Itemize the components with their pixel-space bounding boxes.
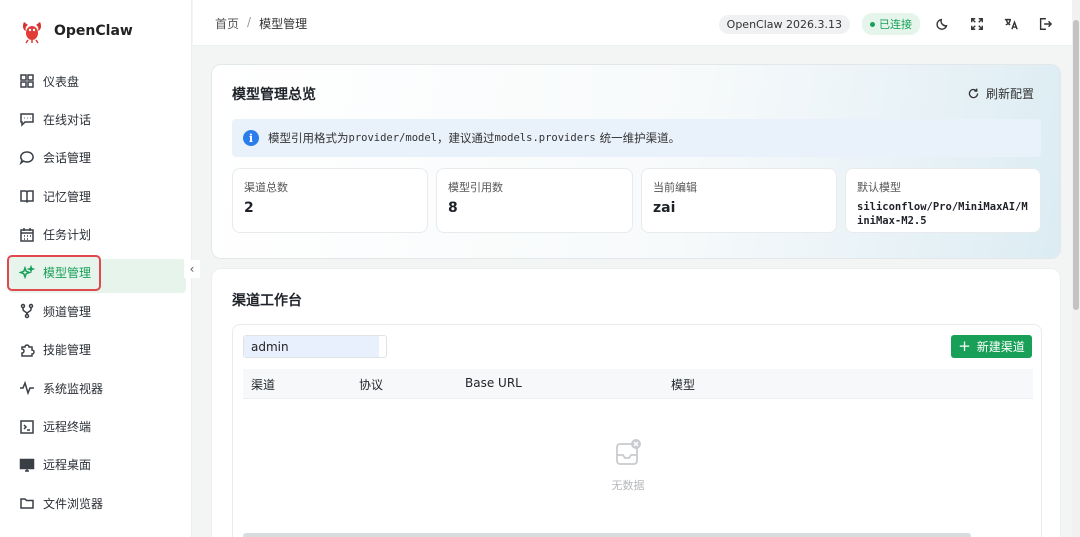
stat-channel-count: 渠道总数 2 xyxy=(232,168,428,233)
terminal-icon xyxy=(19,419,35,435)
book-icon xyxy=(19,188,35,204)
dashboard-icon xyxy=(19,73,35,89)
sidebar-nav: 仪表盘 在线对话 会话管理 记忆管理 任务计划 模型管理 频道管理 技能管理 系… xyxy=(7,64,186,525)
breadcrumb-home[interactable]: 首页 xyxy=(215,15,239,32)
sidebar-item-monitor[interactable]: 系统监视器 xyxy=(8,371,186,405)
header-actions: OpenClaw 2026.3.13 已连接 xyxy=(718,13,1056,35)
sidebar-item-tasks[interactable]: 任务计划 xyxy=(8,218,186,252)
refresh-label: 刷新配置 xyxy=(985,87,1034,101)
column-header-base-url[interactable]: Base URL xyxy=(465,376,522,390)
table-header: 渠道 协议 Base URL 模型 xyxy=(243,369,1033,399)
info-prefix: 模型引用格式为 xyxy=(268,131,349,145)
column-header-protocol[interactable]: 协议 xyxy=(359,376,383,393)
new-channel-button[interactable]: + 新建渠道 xyxy=(951,335,1032,358)
collapse-sidebar-chevron-left-icon[interactable]: ‹ xyxy=(184,260,200,278)
sidebar-item-label: 远程终端 xyxy=(43,420,92,435)
breadcrumb-separator: / xyxy=(247,15,252,29)
info-middle: ，建议通过 xyxy=(437,131,495,145)
monitor-icon xyxy=(19,457,35,473)
stat-label: 默认模型 xyxy=(857,181,901,194)
sidebar-item-chat[interactable]: 在线对话 xyxy=(8,102,186,136)
fullscreen-icon[interactable] xyxy=(966,14,988,34)
branch-icon xyxy=(19,303,35,319)
info-suffix: 统一维护渠道。 xyxy=(599,131,681,145)
empty-box-icon xyxy=(616,439,641,465)
empty-text: 无数据 xyxy=(611,479,645,492)
column-header-model[interactable]: 模型 xyxy=(671,376,695,393)
sidebar-item-label: 在线对话 xyxy=(43,112,92,127)
version-badge: OpenClaw 2026.3.13 xyxy=(718,14,850,34)
status-text: 已连接 xyxy=(879,18,912,31)
sidebar-item-models[interactable]: 模型管理 xyxy=(7,254,101,291)
stat-default-model: 默认模型 siliconflow/Pro/MiniMaxAI/MiniMax-M… xyxy=(845,168,1041,233)
moon-icon[interactable] xyxy=(932,14,954,34)
logout-icon[interactable] xyxy=(1034,14,1056,34)
pulse-icon xyxy=(19,380,35,396)
workbench-title: 渠道工作台 xyxy=(232,293,302,309)
sidebar-item-dashboard[interactable]: 仪表盘 xyxy=(8,64,186,98)
sidebar-item-channels[interactable]: 频道管理 xyxy=(8,294,186,328)
overview-title: 模型管理总览 xyxy=(232,87,316,103)
breadcrumb: 首页 / 模型管理 xyxy=(215,15,307,32)
sidebar-item-label: 仪表盘 xyxy=(43,74,80,89)
stat-value: 8 xyxy=(448,200,458,216)
sidebar-item-skills[interactable]: 技能管理 xyxy=(8,333,186,367)
sidebar-item-label: 会话管理 xyxy=(43,151,92,166)
sidebar-item-label: 远程桌面 xyxy=(43,458,92,473)
stat-current-editing: 当前编辑 zai xyxy=(641,168,837,233)
model-overview-card: 模型管理总览 刷新配置 i 模型引用格式为 provider/model ，建议… xyxy=(211,64,1061,259)
brand-name: OpenClaw xyxy=(54,23,133,39)
column-header-channel[interactable]: 渠道 xyxy=(251,376,275,393)
sidebar-item-memory[interactable]: 记忆管理 xyxy=(8,179,186,213)
refresh-icon xyxy=(968,88,979,99)
sidebar-item-terminal[interactable]: 远程终端 xyxy=(8,410,186,444)
stat-label: 渠道总数 xyxy=(244,181,288,194)
channel-table-panel: + 新建渠道 渠道 协议 Base URL 模型 无数据 xyxy=(232,324,1042,537)
new-channel-label: 新建渠道 xyxy=(976,340,1025,354)
calendar-icon xyxy=(19,227,35,243)
claw-logo-icon xyxy=(22,22,42,44)
search-box xyxy=(243,335,387,358)
sidebar-item-label: 频道管理 xyxy=(43,304,92,319)
info-icon: i xyxy=(243,130,259,146)
search-input[interactable] xyxy=(244,336,379,357)
session-icon xyxy=(19,150,35,166)
scrollbar-thumb[interactable] xyxy=(1073,20,1079,310)
plus-icon: + xyxy=(958,337,971,355)
puzzle-icon xyxy=(19,342,35,358)
folder-icon xyxy=(19,495,35,511)
sidebar-item-sessions[interactable]: 会话管理 xyxy=(8,141,186,175)
translate-icon[interactable] xyxy=(1000,14,1022,34)
stat-label: 模型引用数 xyxy=(448,181,503,194)
stat-value: 2 xyxy=(244,200,254,216)
info-code-models-providers: models.providers xyxy=(494,132,596,144)
sidebar: OpenClaw 仪表盘 在线对话 会话管理 记忆管理 任务计划 模型管理 频道… xyxy=(0,0,192,537)
stat-value: siliconflow/Pro/MiniMaxAI/MiniMax-M2.5 xyxy=(857,201,1028,227)
info-alert: i 模型引用格式为 provider/model ，建议通过 models.pr… xyxy=(232,119,1041,157)
stat-label: 当前编辑 xyxy=(653,181,697,194)
empty-state: 无数据 xyxy=(603,438,653,493)
sidebar-item-label: 模型管理 xyxy=(43,266,92,281)
stat-value: zai xyxy=(653,200,676,216)
horizontal-scrollbar[interactable] xyxy=(243,533,971,537)
sparkle-icon xyxy=(19,264,35,281)
sidebar-item-label: 任务计划 xyxy=(43,228,92,243)
channel-workbench-card: 渠道工作台 + 新建渠道 渠道 协议 Base URL 模型 无数据 xyxy=(211,268,1061,537)
status-badge: 已连接 xyxy=(862,13,920,35)
info-code-provider-model: provider/model xyxy=(348,132,438,144)
sidebar-item-label: 技能管理 xyxy=(43,343,92,358)
sidebar-item-label: 记忆管理 xyxy=(43,189,92,204)
sidebar-item-label: 系统监视器 xyxy=(43,381,104,396)
brand[interactable]: OpenClaw xyxy=(20,18,133,44)
page-scrollbar[interactable] xyxy=(1072,0,1080,537)
stat-model-ref-count: 模型引用数 8 xyxy=(436,168,633,233)
chat-icon xyxy=(19,111,35,128)
sidebar-item-desktop[interactable]: 远程桌面 xyxy=(8,448,186,482)
sidebar-item-label: 文件浏览器 xyxy=(43,496,104,511)
refresh-config-button[interactable]: 刷新配置 xyxy=(967,85,1034,102)
sidebar-item-files[interactable]: 文件浏览器 xyxy=(8,486,186,520)
status-dot xyxy=(870,21,875,27)
breadcrumb-current: 模型管理 xyxy=(259,17,308,31)
top-header: 首页 / 模型管理 OpenClaw 2026.3.13 已连接 xyxy=(193,0,1080,46)
